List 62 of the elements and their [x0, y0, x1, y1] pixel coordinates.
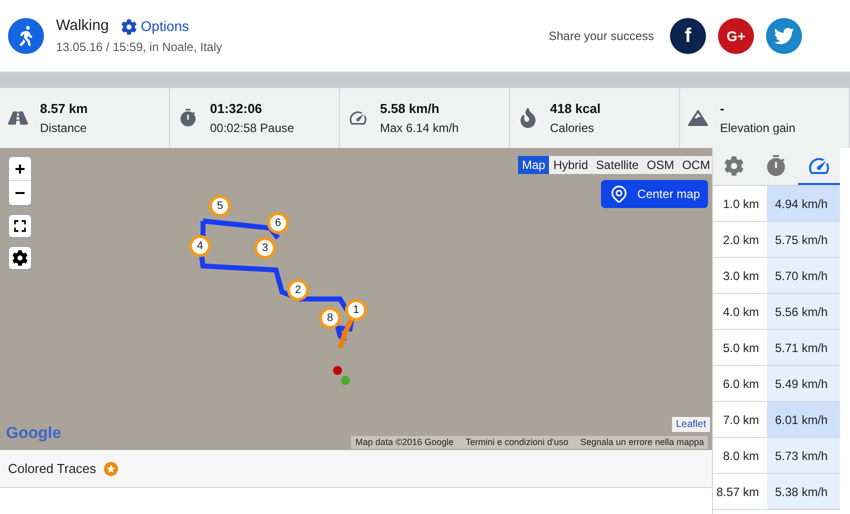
fullscreen-button[interactable]	[8, 214, 32, 238]
route-marker[interactable]: 1	[345, 299, 367, 321]
stat-label: Calories	[550, 120, 596, 137]
share-label: Share your success	[548, 28, 654, 44]
route-marker[interactable]: 4	[189, 235, 211, 257]
stat-label: Max 6.14 km/h	[380, 120, 459, 137]
activity-title: Walking	[56, 16, 109, 36]
map-attribution: Termini e condizioni d'uso	[466, 436, 568, 448]
stat-value: 5.58 km/h	[380, 100, 440, 118]
settings-icon	[12, 250, 28, 266]
route-marker[interactable]: 8	[319, 307, 341, 329]
walking-avatar-icon	[8, 18, 44, 54]
stat-value: 418 kcal	[550, 100, 601, 118]
stat-label: 00:02:58 Pause	[210, 120, 294, 137]
map-layer-tab[interactable]: OCM	[678, 156, 712, 174]
stat-label: Elevation gain	[720, 120, 796, 137]
zoom-in-button[interactable]: +	[9, 157, 31, 181]
options-link[interactable]: Options	[120, 16, 190, 37]
route-marker[interactable]: 5	[209, 195, 231, 217]
gear-icon	[120, 18, 137, 34]
twitter-share-button[interactable]	[766, 18, 802, 54]
split-speed: 5.70 km/h	[767, 258, 840, 293]
map-layer-tab[interactable]: OSM	[642, 156, 678, 174]
split-speed: 5.38 km/h	[767, 474, 840, 509]
map-layer-tab[interactable]: Hybrid	[549, 156, 592, 174]
google-plus-share-button[interactable]: G+	[718, 18, 754, 54]
facebook-share-button[interactable]: f	[670, 18, 706, 54]
split-speed: 5.75 km/h	[767, 222, 840, 257]
split-speed: 6.01 km/h	[767, 402, 840, 437]
route-marker[interactable]: 2	[287, 279, 309, 301]
bird-icon	[774, 26, 794, 46]
end-point-icon	[333, 366, 342, 375]
stat-value: -	[720, 100, 726, 118]
colored-traces-label: Colored Traces	[8, 460, 96, 478]
flame-icon	[518, 108, 538, 128]
stat-label: Distance	[40, 120, 88, 137]
map-layer-tab[interactable]: Satellite	[592, 156, 643, 174]
map-attribution: Segnala un errore nella mappa	[580, 436, 704, 449]
stat-value: 8.57 km	[40, 100, 88, 118]
settings-icon	[724, 156, 744, 176]
mountain-icon	[688, 108, 708, 128]
split-speed: 4.94 km/h	[767, 186, 840, 221]
split-speed: 5.73 km/h	[767, 438, 840, 473]
zoom-out-button[interactable]: −	[9, 181, 31, 205]
map-attribution: Map data ©2016 Google	[355, 436, 454, 449]
google-logo: Google	[6, 424, 62, 444]
star-badge-icon	[104, 462, 118, 476]
map-pin-icon	[609, 184, 630, 204]
center-map-button[interactable]: Center map	[601, 180, 708, 208]
start-point-icon	[341, 376, 350, 385]
activity-subtitle: 13.05.16 / 15:59, in Noale, Italy	[56, 38, 222, 56]
split-speed: 5.49 km/h	[767, 366, 840, 401]
route-marker[interactable]: 3	[254, 237, 276, 259]
map-area[interactable]: 5 6 4 3 2 8 1 + − Map Hybrid Satellite OSM OCM Center map Google Leaflet Map data ©2016 Google Termini e condizioni d'uso Segnala un errore nella mappa	[0, 148, 712, 450]
split-speed: 5.56 km/h	[767, 294, 840, 329]
route-marker[interactable]: 6	[267, 212, 289, 234]
map-layer-tab[interactable]: Map	[518, 156, 550, 174]
map-settings-button[interactable]	[8, 246, 32, 270]
stat-value: 01:32:06	[210, 100, 264, 118]
leaflet-link[interactable]: Leaflet	[672, 417, 710, 432]
split-speed: 5.71 km/h	[767, 330, 840, 365]
stopwatch-icon	[178, 108, 198, 128]
